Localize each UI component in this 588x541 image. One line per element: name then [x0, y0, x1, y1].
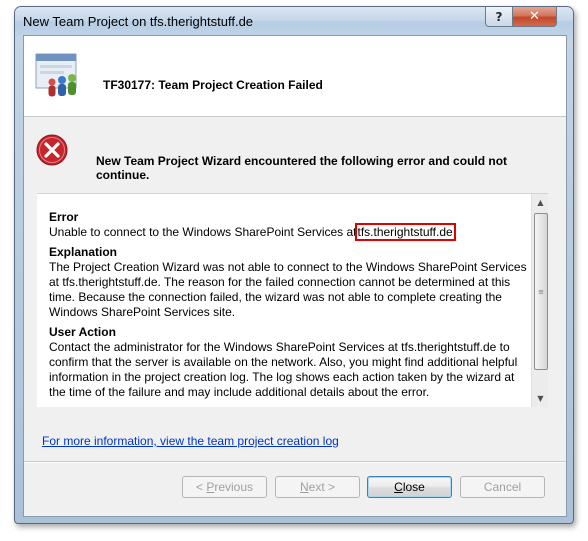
- error-details-panel[interactable]: Error Unable to connect to the Windows S…: [37, 193, 548, 407]
- user-action-heading: User Action: [49, 325, 116, 339]
- help-icon: ?: [495, 9, 503, 24]
- error-text-prefix: Unable to connect to the Windows SharePo…: [49, 225, 357, 239]
- error-details-text: Error Unable to connect to the Windows S…: [49, 210, 531, 400]
- next-button[interactable]: Next >: [275, 476, 360, 498]
- explanation-heading: Explanation: [49, 245, 118, 259]
- error-message: New Team Project Wizard encountered the …: [96, 154, 508, 182]
- close-icon: ✕: [529, 9, 540, 24]
- dialog-window: New Team Project on tfs.therightstuff.de…: [14, 6, 574, 524]
- dialog-body: TF30177: Team Project Creation Failed Ne…: [23, 35, 567, 517]
- window-close-button[interactable]: ✕: [512, 7, 557, 27]
- creation-log-link[interactable]: For more information, view the team proj…: [42, 434, 339, 448]
- scroll-up-arrow-icon[interactable]: ▲: [532, 194, 548, 211]
- cancel-label: Cancel: [483, 480, 522, 494]
- error-heading: Error: [49, 210, 79, 224]
- details-scrollbar[interactable]: ▲ ≡ ▼: [531, 194, 548, 407]
- page-title: TF30177: Team Project Creation Failed: [103, 78, 323, 92]
- next-accel: N: [299, 480, 309, 494]
- close-rest: lose: [402, 480, 425, 494]
- previous-accel: P: [206, 480, 215, 494]
- error-server-highlight: tfs.therightstuff.de: [354, 223, 456, 241]
- help-button[interactable]: ?: [485, 7, 513, 27]
- user-action-text: Contact the administrator for the Window…: [49, 340, 518, 399]
- close-button[interactable]: Close: [367, 476, 452, 498]
- title-bar[interactable]: New Team Project on tfs.therightstuff.de…: [15, 7, 573, 35]
- next-rest: ext >: [308, 480, 336, 494]
- wizard-header: TF30177: Team Project Creation Failed: [24, 36, 566, 117]
- team-project-wizard-icon: [35, 53, 77, 97]
- cancel-button[interactable]: Cancel: [460, 476, 545, 498]
- scroll-thumb[interactable]: ≡: [534, 213, 548, 370]
- close-accel: C: [394, 480, 403, 494]
- error-x-icon: [36, 134, 68, 166]
- scroll-down-arrow-icon[interactable]: ▼: [532, 390, 548, 407]
- explanation-text: The Project Creation Wizard was not able…: [49, 260, 527, 319]
- grip-icon: ≡: [538, 287, 544, 296]
- error-text: Unable to connect to the Windows SharePo…: [49, 223, 531, 241]
- button-divider: [24, 461, 566, 463]
- window-title: New Team Project on tfs.therightstuff.de: [23, 14, 254, 29]
- previous-button[interactable]: < Previous: [182, 476, 267, 498]
- previous-rest: revious: [214, 480, 254, 494]
- previous-prefix: <: [195, 480, 207, 494]
